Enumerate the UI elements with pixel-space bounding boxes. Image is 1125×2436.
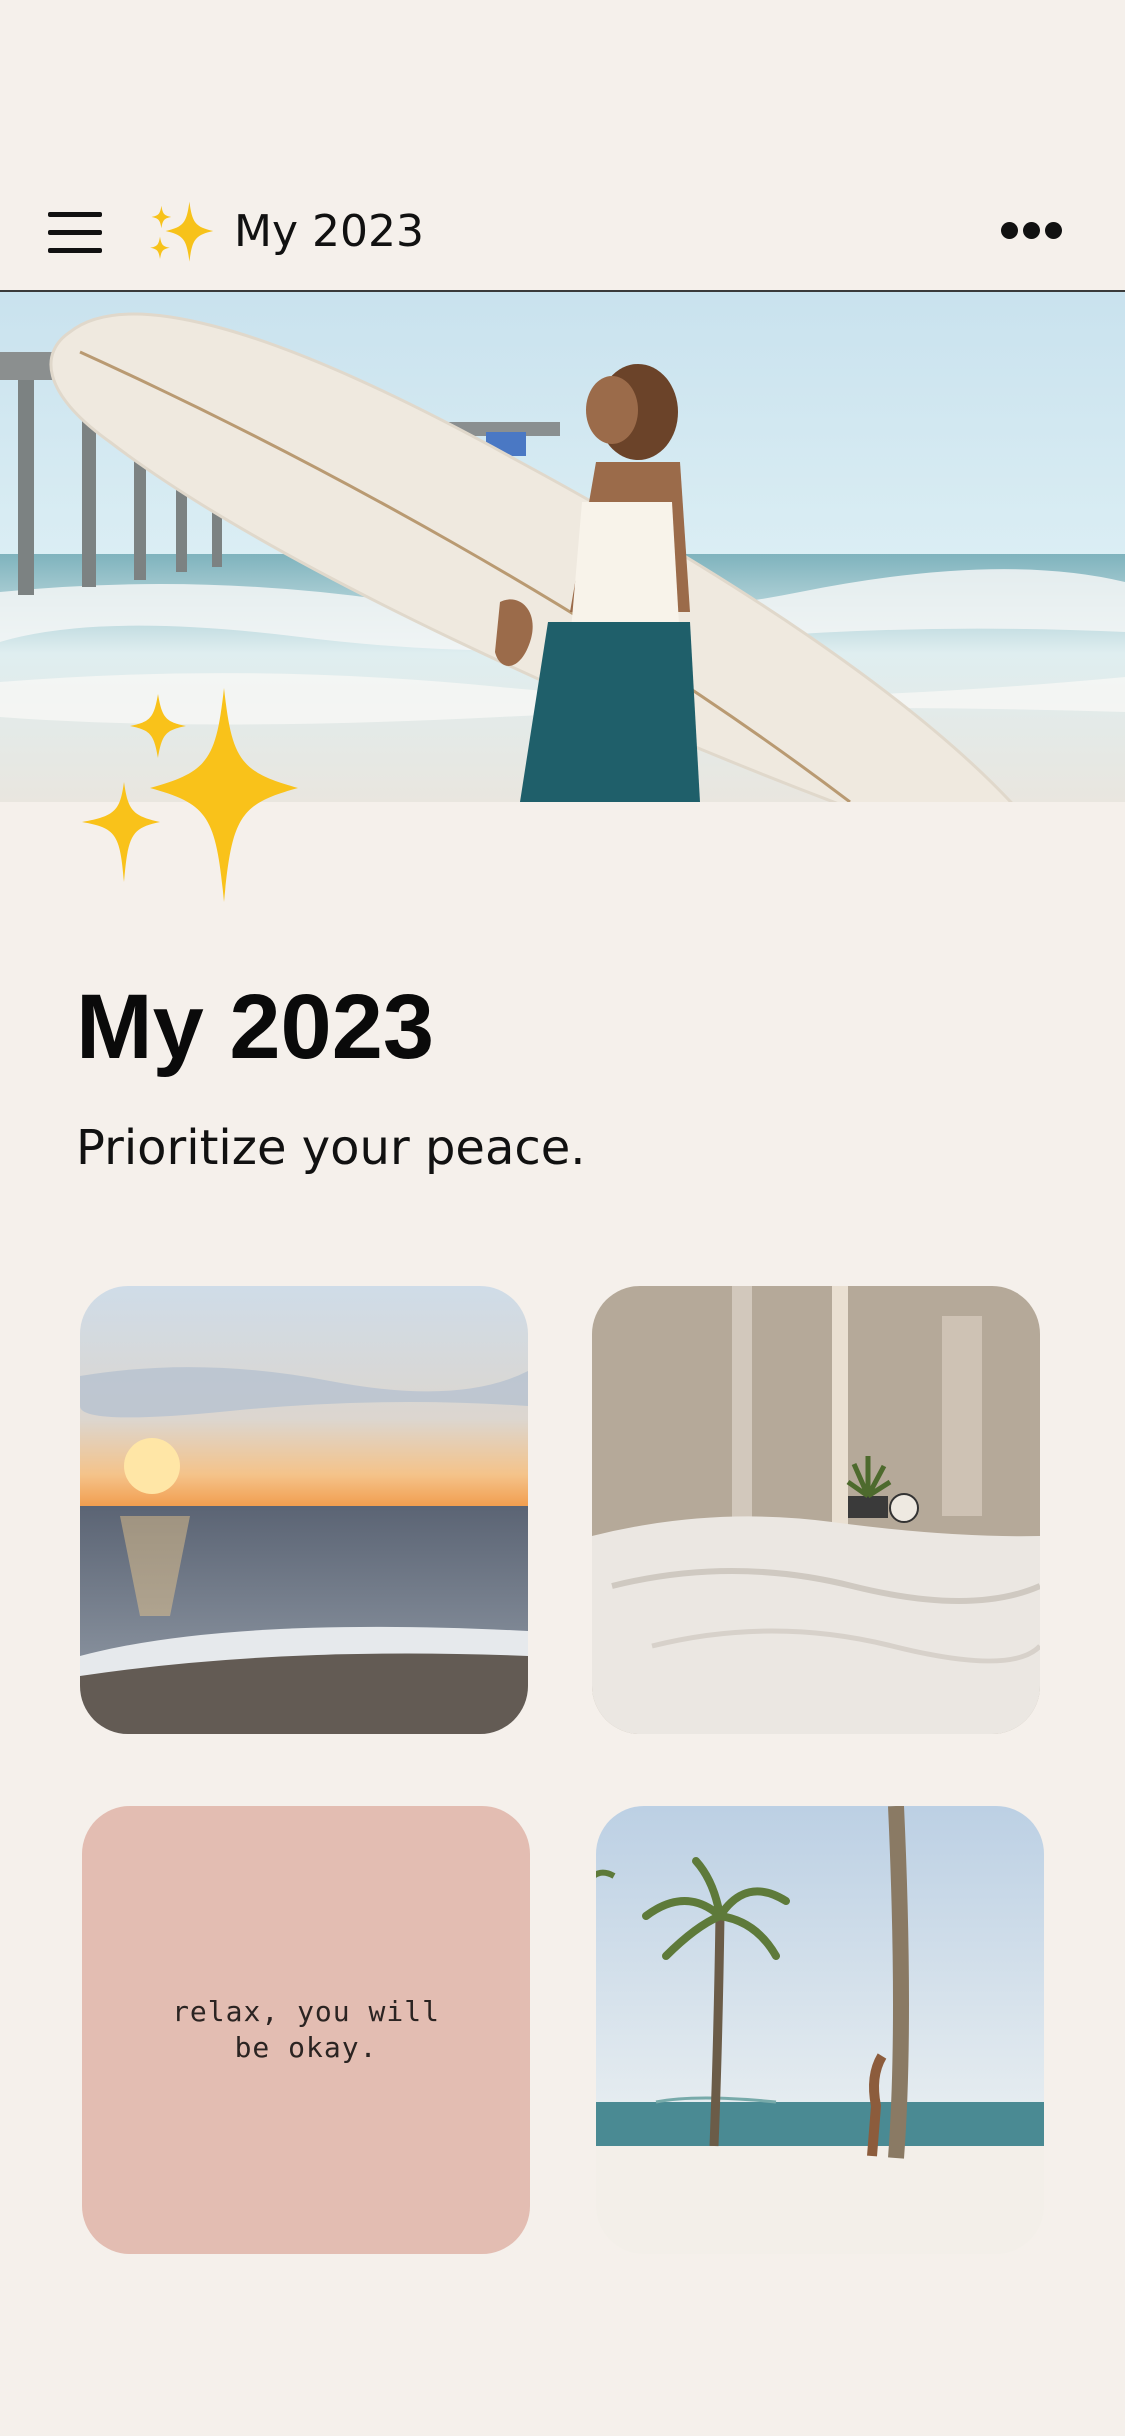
- page-subtitle: Prioritize your peace.: [76, 1120, 586, 1176]
- more-options-icon[interactable]: [1001, 222, 1063, 240]
- moodboard-tile-bedroom[interactable]: [592, 1286, 1040, 1734]
- hamburger-menu-icon[interactable]: [48, 210, 102, 256]
- sparkles-icon: [150, 201, 214, 262]
- moodboard-tile-palms[interactable]: [596, 1806, 1044, 2254]
- top-bar: My 2023: [0, 180, 1125, 292]
- moodboard-tile-sunset[interactable]: [80, 1286, 528, 1734]
- moodboard-page: My 2023 My 2023 Prioritize your peace. r…: [0, 0, 1125, 2436]
- moodboard-tile-quote[interactable]: relax, you will be okay.: [82, 1806, 530, 2254]
- sparkles-decoration-icon: [82, 688, 298, 902]
- header-title: My 2023: [234, 206, 424, 257]
- quote-text: relax, you will be okay.: [172, 1995, 440, 2064]
- page-title: My 2023: [76, 976, 435, 1078]
